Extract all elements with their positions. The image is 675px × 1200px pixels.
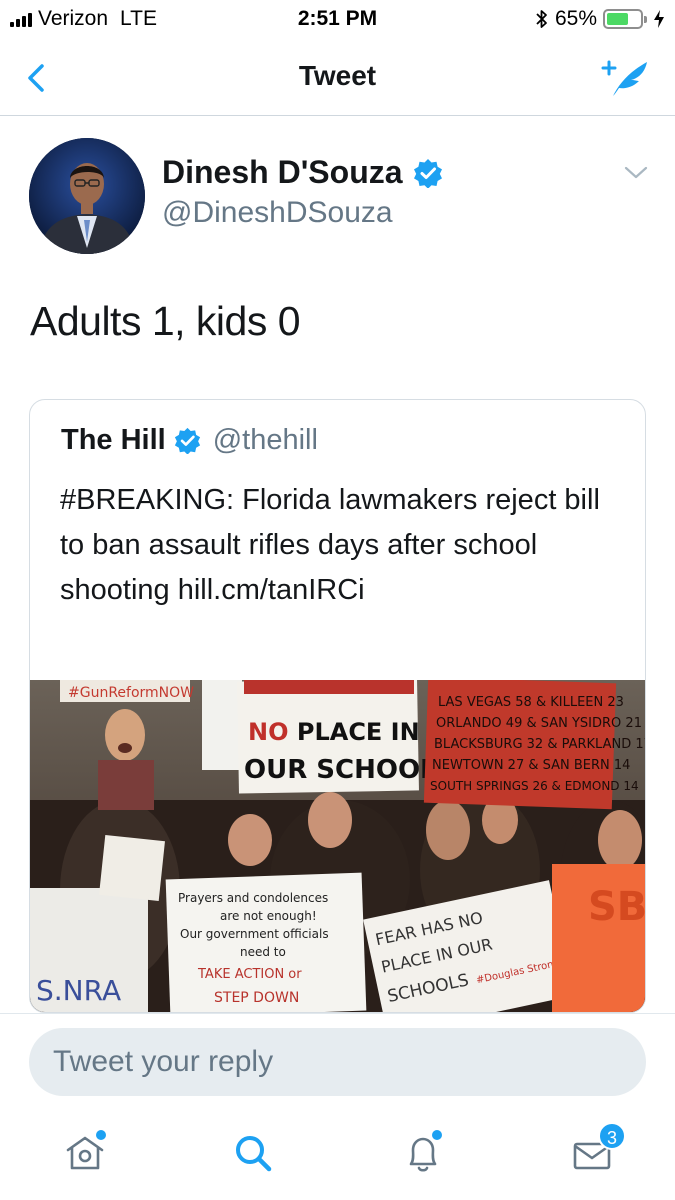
sign-right-top-5: SOUTH SPRINGS 26 & EDMOND 14 xyxy=(430,779,639,793)
verified-badge-icon xyxy=(413,158,442,188)
chevron-down-icon[interactable] xyxy=(623,164,649,182)
reply-placeholder: Tweet your reply xyxy=(53,1045,274,1078)
sign-center-bottom-2: are not enough! xyxy=(220,909,317,923)
tab-notifications[interactable] xyxy=(398,1128,448,1178)
sign-center-bottom-4: need to xyxy=(240,945,286,959)
author-avatar[interactable] xyxy=(29,138,145,254)
tab-search[interactable] xyxy=(228,1128,278,1178)
battery-fill xyxy=(607,13,628,25)
reply-divider xyxy=(0,1013,675,1014)
quoted-tweet-text: #BREAKING: Florida lawmakers reject bill… xyxy=(60,484,600,606)
sign-left-bottom: S.NRA xyxy=(36,974,121,1007)
compose-tweet-icon[interactable] xyxy=(599,54,651,100)
protest-photo[interactable]: #GunReformNOW NO PLACE IN OUR SCHOOLS LA… xyxy=(30,680,646,1013)
sign-center-bottom-6: STEP DOWN xyxy=(214,990,299,1006)
status-right: 65% xyxy=(535,7,665,31)
tab-bar: 3 xyxy=(0,1110,675,1200)
quoted-tweet-header: The Hill @thehill xyxy=(61,424,318,457)
battery-icon xyxy=(603,9,647,29)
home-notification-dot xyxy=(96,1130,106,1140)
quoted-author-name: The Hill xyxy=(61,424,166,456)
sign-right-top-3: BLACKSBURG 32 & PARKLAND 17 xyxy=(434,737,646,752)
charging-icon xyxy=(654,10,664,28)
sign-right-top-4: NEWTOWN 27 & SAN BERN 14 xyxy=(432,758,630,773)
sign-center-bottom-3: Our government officials xyxy=(180,927,329,941)
sign-center-bottom-5: TAKE ACTION or xyxy=(197,967,302,982)
author-name[interactable]: Dinesh D'Souza xyxy=(162,154,403,191)
sign-right-top-2: ORLANDO 49 & SAN YSIDRO 21 xyxy=(436,716,642,731)
avatar-image xyxy=(29,138,145,254)
sign-center-top-2: OUR SCHOOLS xyxy=(244,755,455,785)
sign-center-top: NO PLACE IN xyxy=(248,718,420,746)
author-name-row: Dinesh D'Souza xyxy=(162,154,443,191)
battery-percent: 65% xyxy=(554,7,597,30)
sign-far-right: SB xyxy=(588,884,646,930)
tweet-text: Adults 1, kids 0 xyxy=(30,298,301,344)
sign-center-bottom-1: Prayers and condolences xyxy=(178,891,328,905)
navigation-bar: Tweet xyxy=(0,40,675,116)
quoted-author-handle: @thehill xyxy=(212,424,318,456)
tab-messages[interactable]: 3 xyxy=(568,1122,626,1178)
page-title: Tweet xyxy=(298,60,377,91)
tab-home[interactable] xyxy=(60,1128,110,1178)
messages-badge: 3 xyxy=(598,1122,626,1150)
reply-input[interactable]: Tweet your reply xyxy=(29,1028,646,1096)
search-icon xyxy=(236,1136,272,1172)
verified-badge-icon xyxy=(174,427,200,454)
author-handle[interactable]: @DineshDSouza xyxy=(162,196,393,230)
quoted-tweet-card[interactable]: The Hill @thehill #BREAKING: Florida law… xyxy=(29,399,646,1013)
notifications-dot xyxy=(432,1130,442,1140)
sign-right-top-1: LAS VEGAS 58 & KILLEEN 23 xyxy=(438,695,624,710)
sign-top-left: #GunReformNOW xyxy=(68,685,194,701)
status-bar: Verizon LTE 2:51 PM 65% xyxy=(0,0,675,40)
bluetooth-icon xyxy=(536,10,547,28)
